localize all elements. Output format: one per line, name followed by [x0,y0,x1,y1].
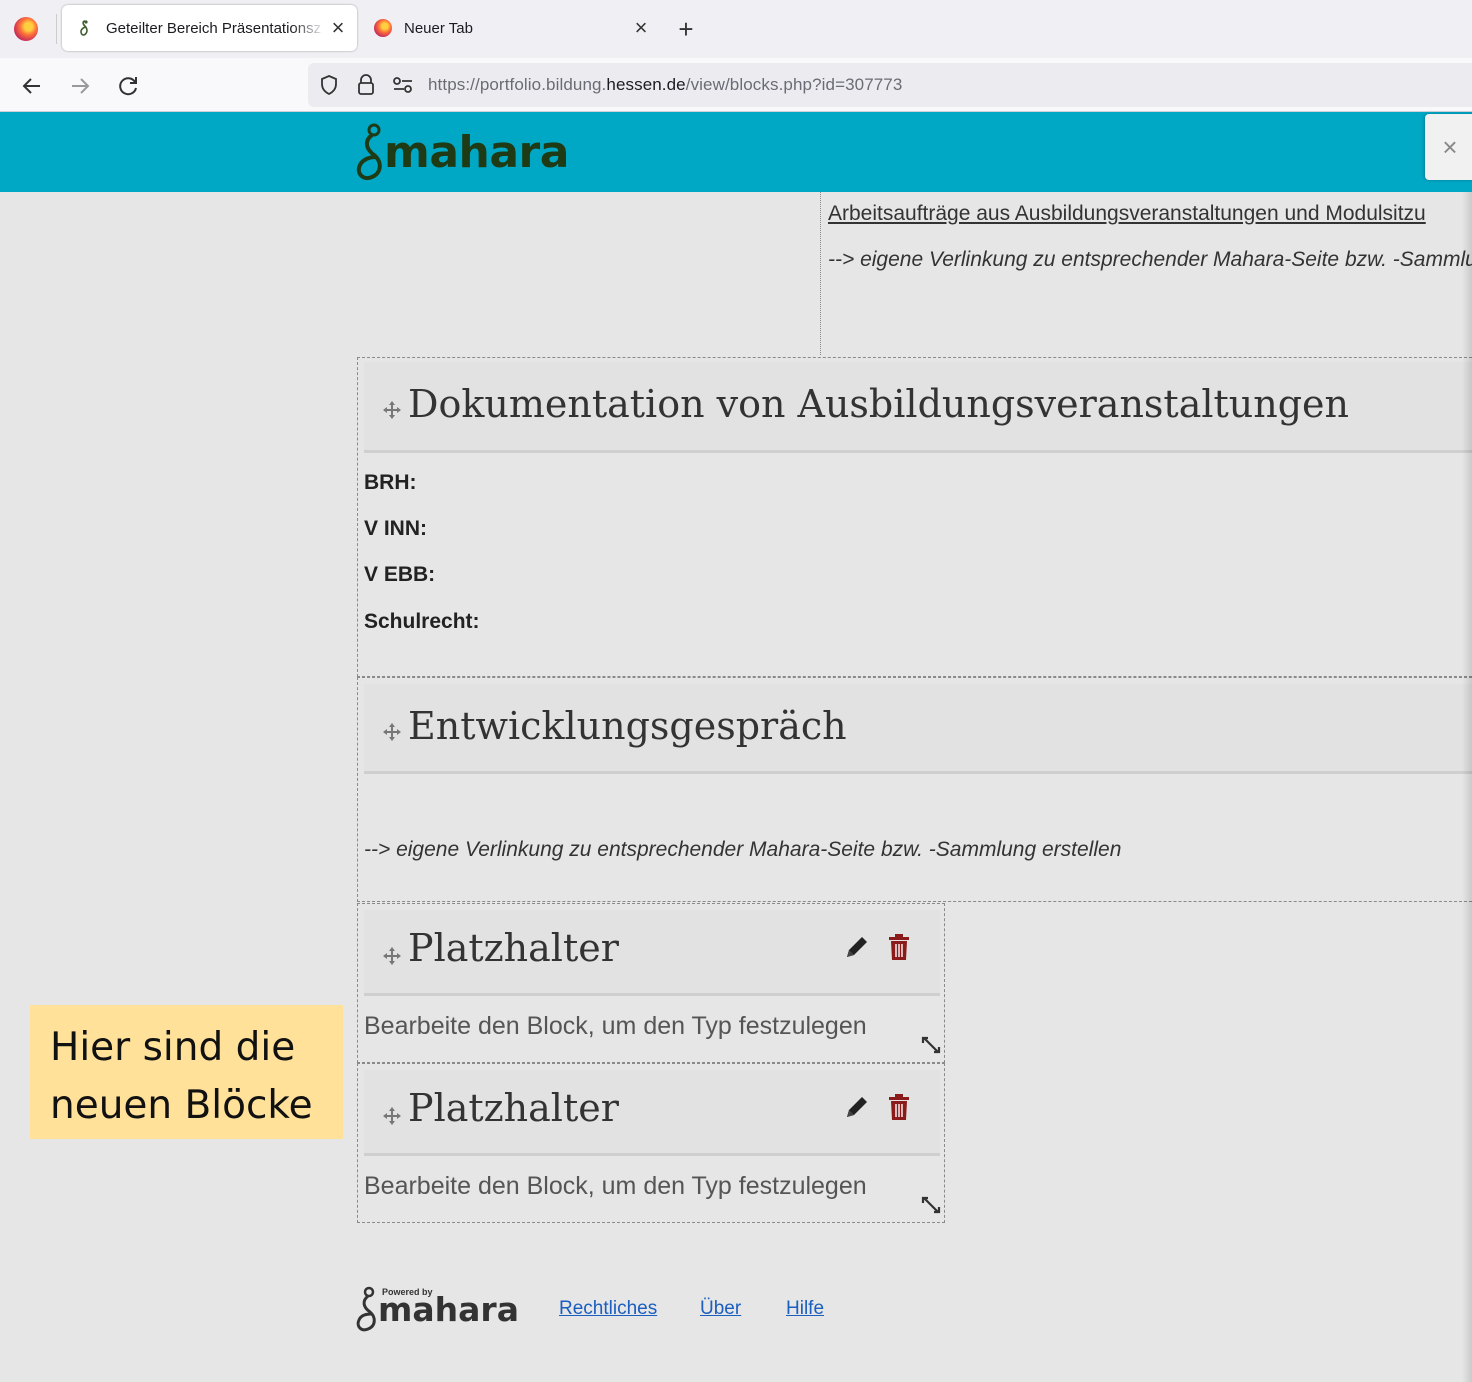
tab-title: Geteilter Bereich Präsentationsz [106,19,322,37]
pencil-edit-icon[interactable] [842,932,872,962]
shield-icon[interactable] [318,74,340,96]
field-brh: BRH: [364,471,417,494]
verlinkung-note: --> eigene Verlinkung zu entsprechender … [364,838,1122,861]
new-tab-plus-icon[interactable]: + [672,14,700,44]
mahara-fern-icon [356,1286,376,1332]
arbeitsauftraege-link[interactable]: Arbeitsaufträge aus Ausbildungsveranstal… [828,202,1426,226]
browser-nav-bar: https://portfolio.bildung.hessen.de/view… [0,58,1472,112]
block-header: Entwicklungsgespräch [364,684,1472,774]
placeholder-instruction: Bearbeite den Block, um den Typ festzule… [364,1172,867,1200]
annotation-line-1: Hier sind die [50,1025,296,1070]
footer-link-ueber[interactable]: Über [700,1298,741,1320]
block-title: Platzhalter [408,926,619,970]
verlinkung-note: --> eigene Verlinkung zu entsprechender … [828,248,1472,271]
reload-icon[interactable] [112,70,144,102]
panel-edge-shadow [1462,192,1472,1382]
block-header: Platzhalter [364,1070,940,1156]
trash-delete-icon[interactable] [886,1092,912,1122]
resize-handle-icon[interactable] [920,1194,942,1216]
tab-close-icon[interactable]: × [628,15,654,41]
block-title: Dokumentation von Ausbildungsveranstaltu… [408,382,1350,426]
firefox-menu-icon[interactable] [14,17,38,41]
block-dokumentation[interactable]: Dokumentation von Ausbildungsveranstaltu… [357,357,1472,677]
placeholder-instruction: Bearbeite den Block, um den Typ festzule… [364,1012,867,1040]
move-arrows-icon[interactable] [381,721,403,743]
block-platzhalter[interactable]: Platzhalter Bearbeite den Block, um den … [357,1063,945,1223]
arbeitsauftraege-block: Arbeitsaufträge aus Ausbildungsveranstal… [820,192,1472,355]
tab-close-icon[interactable]: × [325,15,351,41]
url-prefix: https://portfolio.bildung. [428,75,607,94]
move-arrows-icon[interactable] [381,1105,403,1127]
field-schulrecht: Schulrecht: [364,610,480,633]
powered-by-mahara-logo[interactable]: Powered by mahara [354,1280,524,1336]
resize-handle-icon[interactable] [920,1034,942,1056]
pencil-edit-icon[interactable] [842,1092,872,1122]
move-arrows-icon[interactable] [381,945,403,967]
url-text[interactable]: https://portfolio.bildung.hessen.de/view… [428,75,902,95]
lock-icon[interactable] [356,73,376,97]
firefox-favicon-icon [374,19,392,37]
block-title: Entwicklungsgespräch [408,704,847,748]
site-footer: Powered by mahara Rechtliches Über Hilfe [354,1280,954,1340]
browser-tab-bar: Geteilter Bereich Präsentationsz × Neuer… [0,0,1472,58]
mahara-wordmark: mahara [378,1290,519,1329]
tab-geteilter-bereich[interactable]: Geteilter Bereich Präsentationsz × [62,5,357,51]
tab-divider [56,14,57,44]
annotation-line-2: neuen Blöcke [50,1083,313,1128]
url-domain: hessen.de [606,75,686,94]
tab-title: Neuer Tab [404,19,473,37]
url-path: /view/blocks.php?id=307773 [685,75,903,94]
move-arrows-icon[interactable] [381,399,403,421]
tab-neuer-tab[interactable]: Neuer Tab × [360,5,660,51]
footer-link-rechtliches[interactable]: Rechtliches [559,1298,657,1320]
mahara-logo[interactable]: mahara [354,120,569,184]
footer-link-hilfe[interactable]: Hilfe [786,1298,824,1320]
mahara-wordmark: mahara [384,126,569,178]
permissions-icon[interactable] [392,75,414,95]
back-arrow-icon[interactable] [16,70,48,102]
block-entwicklungsgespraech[interactable]: Entwicklungsgespräch --> eigene Verlinku… [357,677,1472,902]
field-v-inn: V INN: [364,517,427,540]
mahara-fern-icon [356,123,382,180]
block-header: Dokumentation von Ausbildungsveranstaltu… [364,362,1472,453]
url-bar[interactable]: https://portfolio.bildung.hessen.de/view… [308,63,1472,107]
mahara-favicon-icon [80,20,88,36]
field-v-ebb: V EBB: [364,563,436,586]
block-title: Platzhalter [408,1086,619,1130]
forward-arrow-icon[interactable] [64,70,96,102]
annotation-callout: Hier sind die neuen Blöcke [30,1005,343,1139]
block-header: Platzhalter [364,910,940,996]
site-header: mahara × [0,112,1472,192]
trash-delete-icon[interactable] [886,932,912,962]
block-platzhalter[interactable]: Platzhalter Bearbeite den Block, um den … [357,903,945,1063]
header-close-icon[interactable]: × [1425,114,1472,180]
